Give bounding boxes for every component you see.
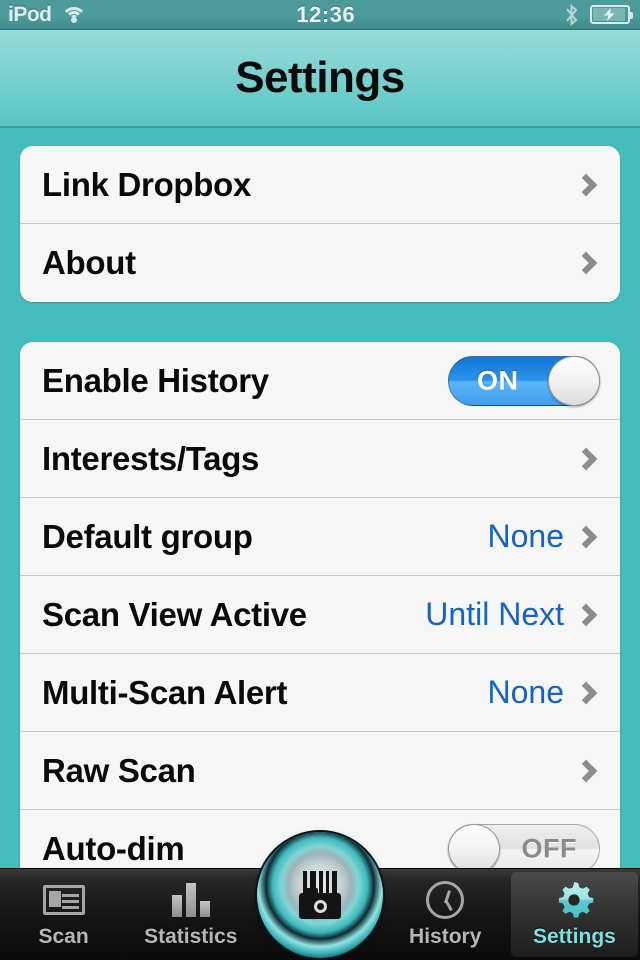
card-scan-icon	[42, 880, 86, 920]
center-scan-button[interactable]	[257, 832, 383, 958]
tab-label: Scan	[38, 925, 89, 948]
toggle-state-label: OFF	[521, 833, 577, 864]
row-label: Auto-dim	[42, 830, 185, 867]
chevron-right-icon	[574, 681, 598, 704]
battery-charging-icon	[590, 5, 633, 24]
tab-history[interactable]: History	[382, 869, 509, 960]
chevron-right-icon	[574, 251, 598, 275]
toggle-knob	[448, 824, 500, 874]
row-multi-scan-alert[interactable]: Multi-Scan Alert None	[20, 654, 620, 732]
row-about[interactable]: About	[20, 224, 620, 302]
clock-icon	[423, 880, 467, 920]
row-interests-tags[interactable]: Interests/Tags	[20, 420, 620, 498]
wifi-icon	[60, 5, 87, 24]
tab-statistics[interactable]: Statistics	[127, 869, 254, 960]
carrier-label: iPod	[8, 2, 52, 26]
settings-section-1: Link Dropbox About	[20, 146, 620, 302]
chevron-right-icon	[574, 603, 598, 626]
status-bar-clock: 12:36	[296, 1, 356, 27]
row-raw-scan[interactable]: Raw Scan	[20, 732, 620, 810]
barcode-camera-scan-icon	[289, 869, 351, 921]
row-enable-history[interactable]: Enable History ON	[20, 342, 620, 420]
status-bar-right	[565, 3, 633, 26]
row-label: Raw Scan	[42, 751, 196, 789]
tab-scan[interactable]: Scan	[0, 869, 127, 960]
tab-settings[interactable]: Settings	[510, 872, 639, 957]
tab-label: History	[409, 925, 482, 948]
navigation-bar: Settings	[0, 30, 640, 128]
row-label: Link Dropbox	[42, 165, 252, 203]
row-label: Scan View Active	[42, 595, 307, 633]
chevron-right-icon	[574, 173, 598, 196]
row-label: Multi-Scan Alert	[42, 673, 288, 711]
row-value: None	[487, 518, 565, 554]
toggle-state-label: ON	[477, 365, 519, 395]
tab-label: Statistics	[144, 925, 238, 948]
page-title: Settings	[235, 53, 405, 102]
row-scan-view-active[interactable]: Scan View Active Until Next	[20, 576, 620, 654]
row-label: Interests/Tags	[42, 439, 260, 477]
settings-section-2: Enable History ON Interests/Tags Default…	[20, 342, 620, 888]
row-value: None	[487, 674, 565, 710]
row-link-dropbox[interactable]: Link Dropbox	[20, 146, 620, 224]
auto-dim-toggle[interactable]: OFF	[448, 824, 600, 874]
chevron-right-icon	[574, 759, 598, 782]
row-label: Default group	[42, 517, 253, 555]
bar-chart-icon	[169, 880, 213, 920]
chevron-right-icon	[574, 525, 598, 548]
row-default-group[interactable]: Default group None	[20, 498, 620, 576]
enable-history-toggle[interactable]: ON	[448, 355, 600, 406]
row-label: Enable History	[42, 361, 269, 399]
row-label: About	[42, 244, 136, 281]
status-bar: iPod 12:36	[0, 0, 640, 30]
row-value: Until Next	[425, 596, 564, 632]
status-bar-left: iPod	[8, 3, 87, 27]
toggle-knob	[548, 355, 600, 406]
chevron-right-icon	[574, 447, 598, 470]
bluetooth-icon	[565, 3, 578, 26]
gear-icon	[552, 880, 596, 920]
tab-label: Settings	[532, 925, 616, 948]
